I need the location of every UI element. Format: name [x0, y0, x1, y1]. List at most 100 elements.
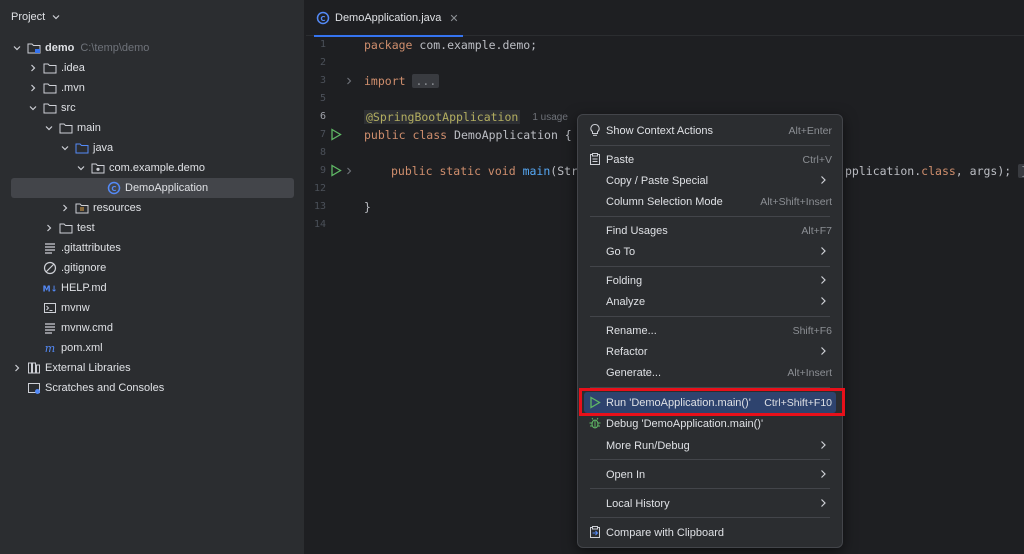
menu-item-label: Debug 'DemoApplication.main()' — [606, 417, 764, 430]
folded-block[interactable]: } — [1018, 164, 1024, 178]
folded-imports[interactable]: ... — [412, 74, 440, 88]
tree-item-src[interactable]: src — [0, 98, 304, 118]
menu-item-show-context-actions[interactable]: Show Context Actions Alt+Enter — [584, 120, 836, 141]
tree-item-label: .gitignore — [61, 262, 107, 274]
tree-item-help-md[interactable]: M↓ HELP.md — [0, 278, 304, 298]
fold-chevron-icon[interactable] — [344, 75, 354, 90]
menu-item-copy-paste-special[interactable]: Copy / Paste Special — [584, 170, 836, 191]
chevron-down-icon[interactable] — [75, 162, 87, 174]
package-icon — [91, 161, 105, 175]
tree-item-package[interactable]: com.example.demo — [0, 158, 304, 178]
source-folder-icon — [75, 141, 89, 155]
fold-chevron-icon[interactable] — [344, 165, 354, 180]
chevron-right-icon[interactable] — [27, 82, 39, 94]
line-number: 2 — [319, 57, 326, 68]
menu-item-compare-with-clipboard[interactable]: Compare with Clipboard — [584, 522, 836, 543]
chevron-right-icon[interactable] — [11, 362, 23, 374]
tree-item-java[interactable]: java — [0, 138, 304, 158]
tree-item-pom-xml[interactable]: m pom.xml — [0, 338, 304, 358]
line-number: 5 — [319, 93, 326, 104]
run-gutter-icon[interactable] — [330, 164, 342, 180]
menu-item-label: Run 'DemoApplication.main()' — [606, 396, 751, 409]
menu-item-go-to[interactable]: Go To — [584, 241, 836, 262]
chevron-right-icon[interactable] — [59, 202, 71, 214]
chevron-right-icon — [818, 246, 828, 256]
menu-separator — [590, 459, 830, 460]
menu-item-paste[interactable]: Paste Ctrl+V — [584, 149, 836, 170]
tree-item-mvn[interactable]: .mvn — [0, 78, 304, 98]
menu-item-debug-demoapplication[interactable]: Debug 'DemoApplication.main()' — [584, 413, 836, 434]
folder-icon — [59, 221, 73, 235]
chevron-down-icon[interactable] — [43, 122, 55, 134]
tree-item-demoapplication[interactable]: C DemoApplication — [11, 178, 294, 198]
tree-item-idea[interactable]: .idea — [0, 58, 304, 78]
chevron-right-icon[interactable] — [43, 222, 55, 234]
code-text: DemoApplication { — [447, 128, 572, 142]
chevron-down-icon[interactable] — [59, 142, 71, 154]
run-gutter-icon[interactable] — [330, 128, 342, 144]
tree-item-test[interactable]: test — [0, 218, 304, 238]
tree-item-label: test — [77, 222, 95, 234]
menu-item-run-demoapplication[interactable]: Run 'DemoApplication.main()' Ctrl+Shift+… — [584, 392, 836, 413]
menu-item-label: Show Context Actions — [606, 124, 714, 137]
menu-separator — [590, 316, 830, 317]
lightbulb-icon — [588, 123, 602, 137]
tree-item-mvnw-cmd[interactable]: mvnw.cmd — [0, 318, 304, 338]
menu-item-more-run-debug[interactable]: More Run/Debug — [584, 435, 836, 456]
tree-item-demo[interactable]: demo C:\temp\demo — [0, 38, 304, 58]
line-number: 12 — [313, 183, 326, 194]
tree-item-mvnw[interactable]: mvnw — [0, 298, 304, 318]
menu-item-label: Paste — [606, 153, 635, 166]
menu-item-shortcut: Ctrl+Shift+F10 — [764, 396, 832, 409]
tree-item-label: .idea — [61, 62, 85, 74]
menu-item-label: Copy / Paste Special — [606, 174, 709, 187]
chevron-down-icon[interactable] — [51, 12, 61, 22]
code-line: import ... — [364, 72, 440, 90]
menu-separator — [590, 488, 830, 489]
usage-hint[interactable]: 1 usage — [532, 112, 568, 123]
text-file-icon — [43, 241, 57, 255]
chevron-right-icon — [818, 275, 828, 285]
terminal-file-icon — [43, 301, 57, 315]
menu-item-find-usages[interactable]: Find Usages Alt+F7 — [584, 220, 836, 241]
line-number: 8 — [319, 147, 326, 158]
menu-item-label: Folding — [606, 274, 643, 287]
close-icon[interactable]: ✕ — [449, 12, 458, 25]
tree-item-scratches[interactable]: Scratches and Consoles — [0, 378, 304, 398]
menu-item-column-selection-mode[interactable]: Column Selection Mode Alt+Shift+Insert — [584, 191, 836, 212]
tree-item-main[interactable]: main — [0, 118, 304, 138]
svg-text:C: C — [320, 15, 325, 23]
module-folder-icon — [27, 41, 41, 55]
code-keyword: public static void — [391, 164, 516, 178]
tree-item-gitignore[interactable]: .gitignore — [0, 258, 304, 278]
chevron-right-icon[interactable] — [27, 62, 39, 74]
menu-item-rename[interactable]: Rename... Shift+F6 — [584, 320, 836, 341]
code-line: public class DemoApplication { — [364, 126, 572, 144]
menu-item-label: Generate... — [606, 366, 662, 379]
tree-item-label: .mvn — [61, 82, 85, 94]
menu-item-refactor[interactable]: Refactor — [584, 341, 836, 362]
menu-item-open-in[interactable]: Open In — [584, 464, 836, 485]
project-panel-title: Project — [11, 11, 46, 23]
debug-bug-icon — [588, 416, 602, 430]
spring-class-icon: C — [316, 11, 330, 25]
menu-item-generate[interactable]: Generate... Alt+Insert — [584, 362, 836, 383]
tree-item-external-libraries[interactable]: External Libraries — [0, 358, 304, 378]
editor-gutter: 1 2 3 5 6 7 8 9 12 13 14 — [306, 36, 362, 554]
chevron-right-icon — [818, 498, 828, 508]
tab-demoapplication-java[interactable]: C DemoApplication.java ✕ — [314, 0, 463, 37]
menu-item-label: Analyze — [606, 295, 646, 308]
tree-item-gitattributes[interactable]: .gitattributes — [0, 238, 304, 258]
menu-item-label: Rename... — [606, 324, 657, 337]
menu-item-folding[interactable]: Folding — [584, 270, 836, 291]
clipboard-icon — [588, 152, 602, 166]
chevron-down-icon[interactable] — [27, 102, 39, 114]
tree-item-resources[interactable]: resources — [0, 198, 304, 218]
tree-item-label: demo — [45, 42, 75, 54]
project-panel-header[interactable]: Project — [0, 0, 304, 34]
menu-item-local-history[interactable]: Local History — [584, 493, 836, 514]
menu-item-analyze[interactable]: Analyze — [584, 291, 836, 312]
chevron-down-icon[interactable] — [11, 42, 23, 54]
menu-item-label: Local History — [606, 497, 670, 510]
menu-item-label: Column Selection Mode — [606, 195, 723, 208]
